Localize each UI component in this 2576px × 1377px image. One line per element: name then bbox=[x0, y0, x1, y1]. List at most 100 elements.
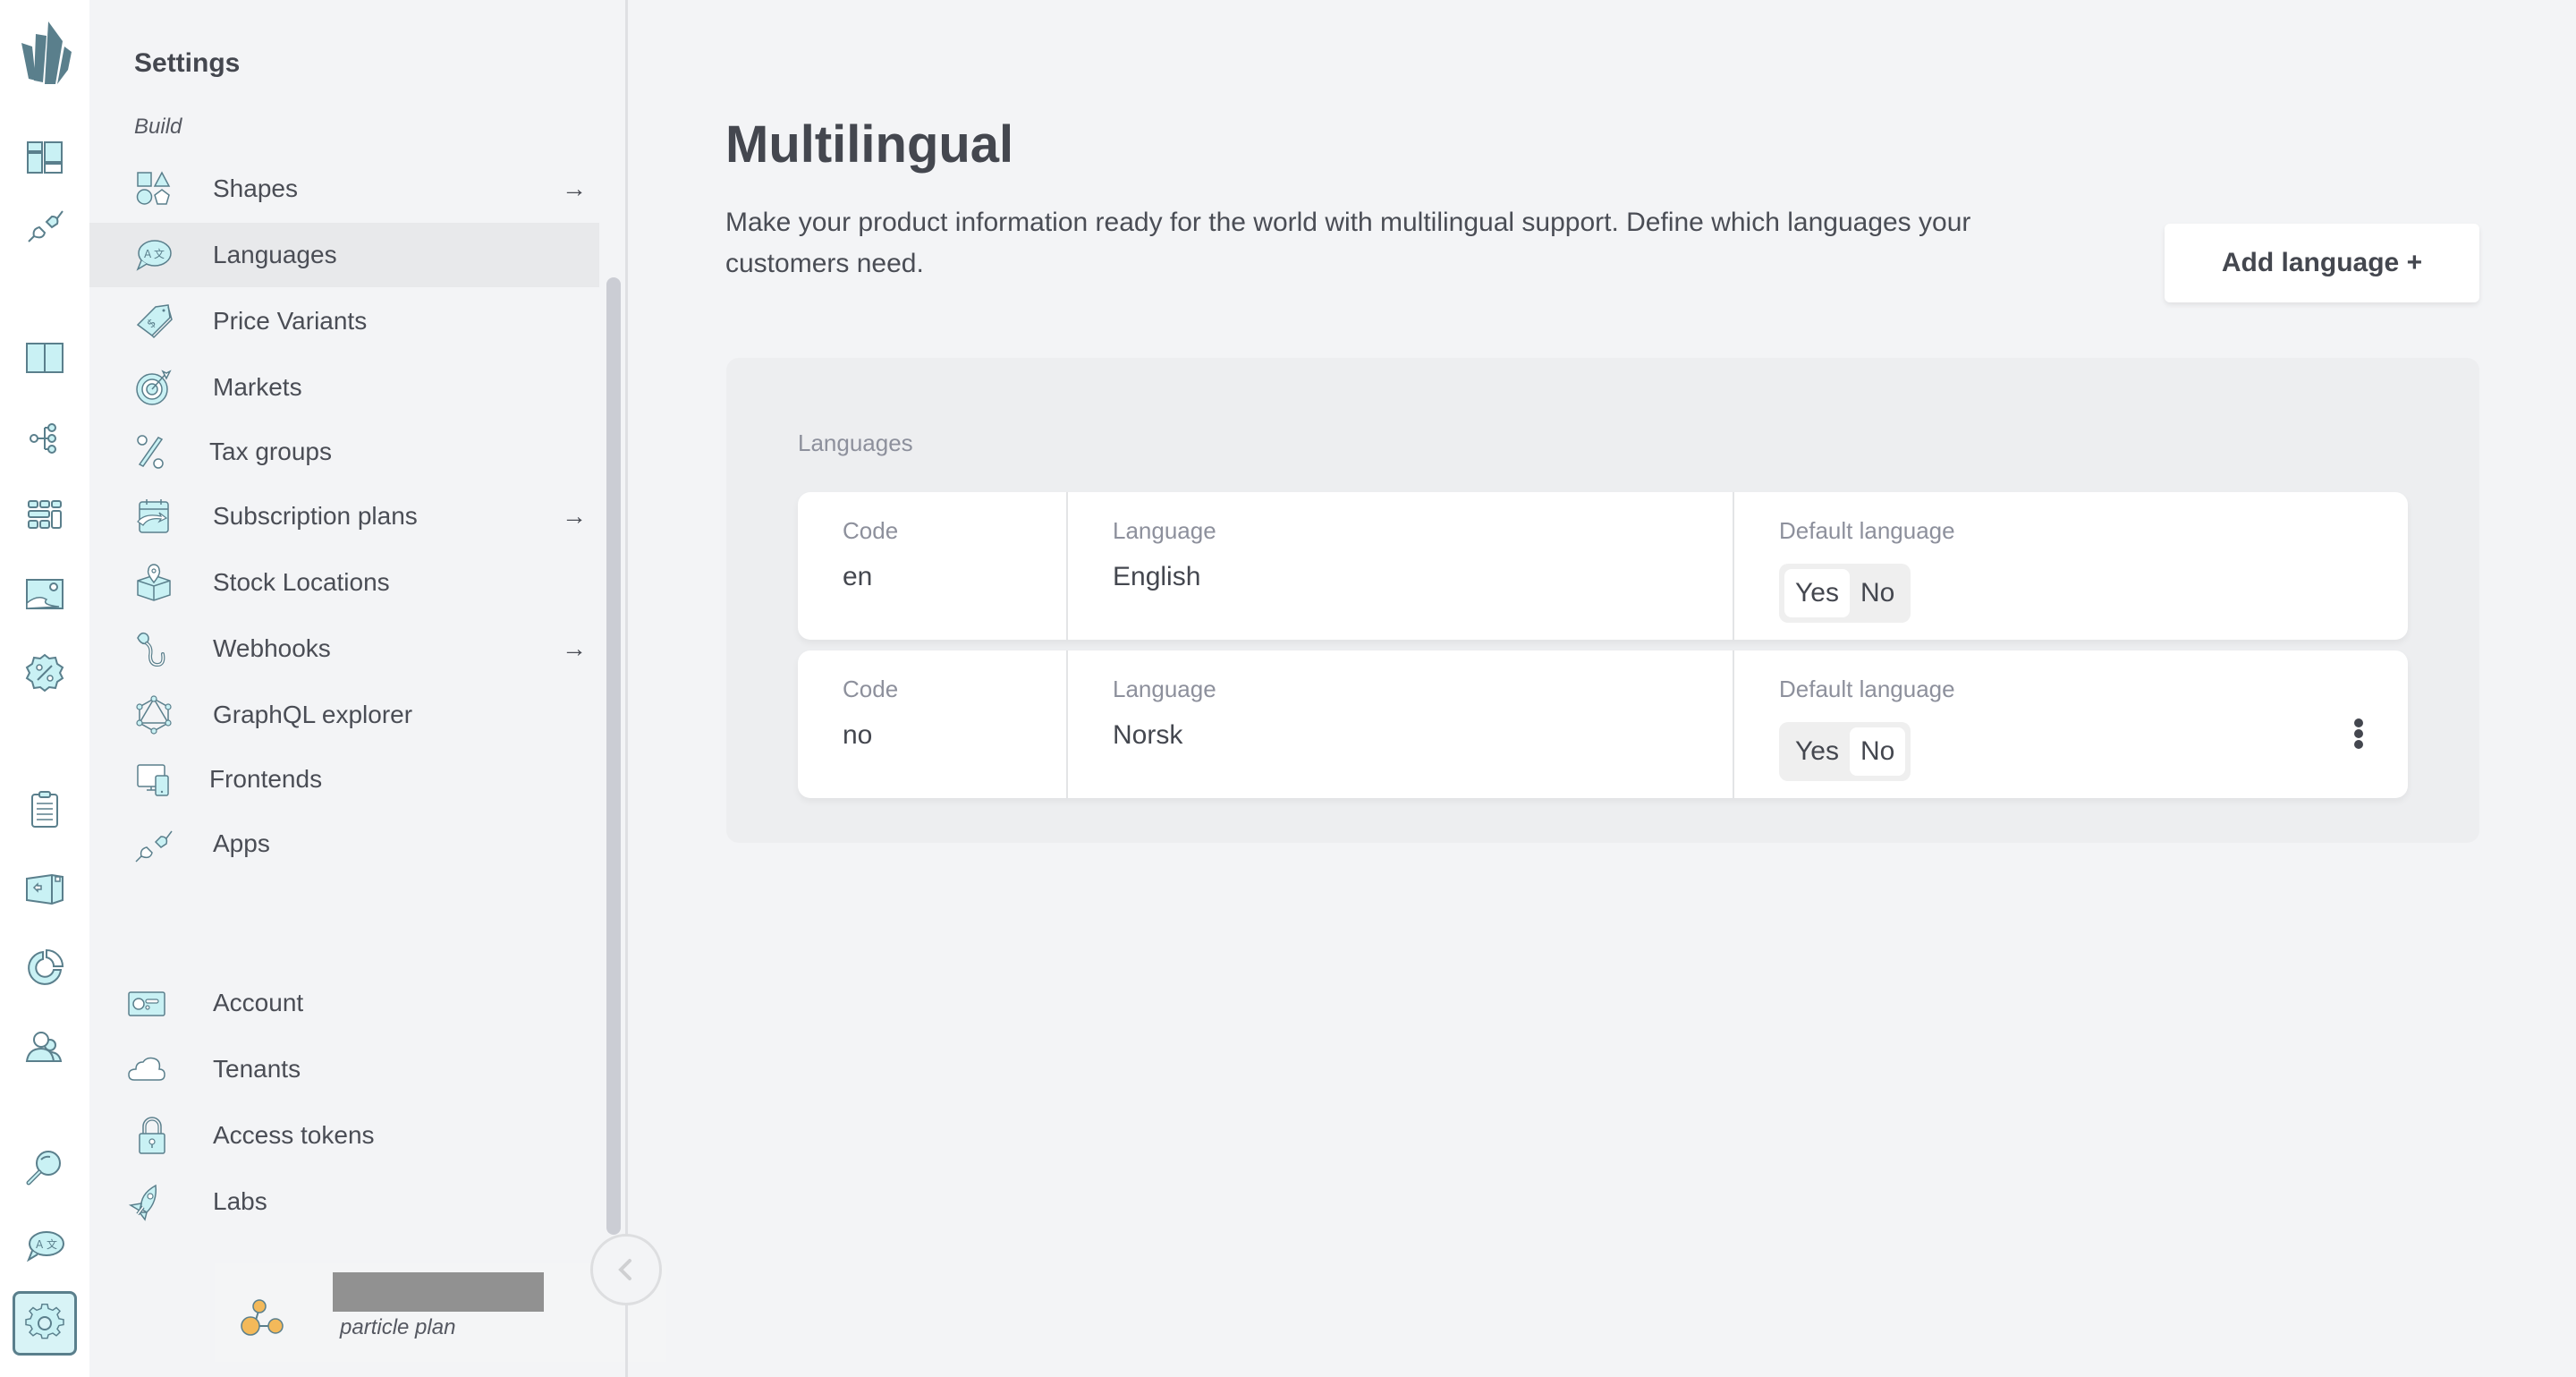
svg-text:A: A bbox=[36, 1238, 44, 1251]
cloud-icon bbox=[127, 1050, 166, 1089]
gear-icon bbox=[25, 1303, 64, 1339]
sidebar-item-label: Tax groups bbox=[209, 438, 332, 465]
default-label: Default language bbox=[1779, 676, 1955, 702]
search-icon bbox=[26, 1151, 61, 1186]
rail-dashboard[interactable] bbox=[20, 132, 70, 183]
pie-chart-icon bbox=[28, 948, 64, 985]
toggle-yes[interactable]: Yes bbox=[1784, 569, 1850, 617]
sidebar-item-label: Account bbox=[213, 989, 304, 1016]
sidebar-item-languages[interactable]: A文 Languages bbox=[89, 223, 599, 287]
sidebar-item-label: Tenants bbox=[213, 1055, 301, 1083]
code-value: en bbox=[843, 562, 873, 591]
users-icon bbox=[25, 1032, 63, 1062]
target-icon bbox=[134, 368, 174, 407]
sidebar-item-apps[interactable]: Apps bbox=[89, 812, 599, 876]
sidebar-item-access-tokens[interactable]: Access tokens bbox=[89, 1103, 599, 1168]
page-title: Multilingual bbox=[725, 115, 1014, 174]
svg-text:文: 文 bbox=[154, 247, 165, 260]
rail-apps[interactable] bbox=[20, 199, 70, 249]
sidebar-item-graphql-explorer[interactable]: GraphQL explorer bbox=[89, 683, 599, 747]
dashboard-icon bbox=[27, 141, 63, 174]
rail-promotions[interactable] bbox=[20, 648, 70, 698]
rail-reports[interactable] bbox=[20, 941, 70, 991]
sidebar-item-shapes[interactable]: Shapes → bbox=[89, 157, 599, 221]
add-language-button[interactable]: Add language + bbox=[2165, 224, 2479, 302]
language-cell: Language Norsk bbox=[1066, 650, 1733, 798]
sidebar-item-label: Labs bbox=[213, 1187, 267, 1215]
language-row: Code en Language English Default languag… bbox=[798, 492, 2408, 640]
sidebar-title: Settings bbox=[134, 48, 241, 78]
toggle-no[interactable]: No bbox=[1849, 727, 1906, 776]
particle-plan-icon bbox=[234, 1290, 288, 1344]
sidebar-item-label: Apps bbox=[213, 829, 270, 857]
arrow-right-icon: → bbox=[562, 174, 587, 202]
rail-customers[interactable] bbox=[20, 1020, 70, 1070]
svg-text:文: 文 bbox=[47, 1237, 57, 1251]
toggle-no[interactable]: No bbox=[1850, 569, 1905, 617]
image-icon bbox=[26, 579, 64, 609]
code-label: Code bbox=[843, 517, 899, 544]
sidebar-item-tenants[interactable]: Tenants bbox=[89, 1037, 599, 1101]
rail-orders[interactable] bbox=[20, 784, 70, 834]
box-icon bbox=[26, 873, 64, 905]
sidebar-item-label: Access tokens bbox=[213, 1121, 375, 1149]
sidebar-item-subscription-plans[interactable]: Subscription plans → bbox=[89, 484, 599, 548]
rail-fulfilment[interactable] bbox=[20, 863, 70, 913]
default-label: Default language bbox=[1779, 517, 1955, 544]
code-label: Code bbox=[843, 676, 899, 702]
sidebar-item-frontends[interactable]: Frontends bbox=[89, 747, 599, 812]
sidebar-item-label: Languages bbox=[213, 241, 337, 268]
grid-icon bbox=[28, 500, 62, 529]
rail-assets[interactable] bbox=[20, 569, 70, 619]
rail-search[interactable] bbox=[20, 1142, 70, 1192]
rail-topics[interactable] bbox=[20, 412, 70, 462]
sidebar-item-label: Frontends bbox=[209, 765, 323, 793]
tree-icon bbox=[30, 423, 56, 454]
discount-badge-icon bbox=[25, 653, 64, 693]
sidebar-item-webhooks[interactable]: Webhooks → bbox=[89, 616, 599, 681]
sidebar-item-stock-locations[interactable]: Stock Locations bbox=[89, 550, 599, 615]
sidebar-item-label: Subscription plans bbox=[213, 502, 418, 530]
translate-icon: A文 bbox=[134, 235, 174, 275]
sidebar-item-markets[interactable]: Markets bbox=[89, 355, 599, 420]
sidebar-item-labs[interactable]: Labs bbox=[89, 1169, 599, 1234]
book-icon bbox=[26, 343, 64, 373]
main-content: Multilingual Make your product informati… bbox=[628, 0, 2576, 1377]
crystallize-logo-icon[interactable] bbox=[16, 16, 73, 91]
language-label: Language bbox=[1113, 676, 1216, 702]
more-options-icon[interactable] bbox=[2345, 711, 2372, 756]
rocket-icon bbox=[127, 1182, 166, 1221]
default-toggle[interactable]: Yes No bbox=[1779, 564, 1911, 623]
code-value: no bbox=[843, 720, 873, 750]
graphql-icon bbox=[134, 695, 174, 735]
languages-panel: Languages Code en Language English Defau… bbox=[726, 358, 2479, 843]
tenant-name-redacted bbox=[333, 1272, 544, 1312]
rail-settings[interactable] bbox=[13, 1291, 77, 1356]
svg-text:A: A bbox=[144, 248, 152, 260]
sidebar-item-label: Price Variants bbox=[213, 307, 368, 335]
calendar-sync-icon bbox=[134, 497, 174, 536]
box-location-icon bbox=[134, 563, 174, 602]
sidebar-scrollbar[interactable] bbox=[606, 277, 621, 1235]
sidebar-item-label: Stock Locations bbox=[213, 568, 390, 596]
sidebar-item-tax-groups[interactable]: Tax groups bbox=[89, 420, 599, 484]
toggle-yes[interactable]: Yes bbox=[1784, 727, 1850, 776]
price-tag-icon: $ bbox=[134, 302, 174, 341]
sidebar-item-label: Markets bbox=[213, 373, 302, 401]
icon-rail: A文 bbox=[0, 0, 89, 1377]
rail-catalogue[interactable] bbox=[20, 333, 70, 383]
sidebar-item-account[interactable]: Account bbox=[89, 971, 599, 1035]
language-value: English bbox=[1113, 562, 1201, 591]
plug-icon bbox=[28, 210, 64, 242]
sidebar-item-label: Shapes bbox=[213, 174, 298, 202]
clipboard-icon bbox=[31, 791, 58, 828]
id-card-icon bbox=[127, 983, 166, 1023]
sidebar-item-price-variants[interactable]: $ Price Variants bbox=[89, 289, 599, 353]
arrow-right-icon: → bbox=[562, 634, 587, 662]
rail-grids[interactable] bbox=[20, 490, 70, 540]
language-value: Norsk bbox=[1113, 720, 1183, 750]
default-toggle[interactable]: Yes No bbox=[1779, 722, 1911, 781]
panel-label: Languages bbox=[798, 429, 913, 456]
rail-translate[interactable]: A文 bbox=[20, 1220, 70, 1271]
default-cell: Default language Yes No bbox=[1733, 650, 2408, 798]
